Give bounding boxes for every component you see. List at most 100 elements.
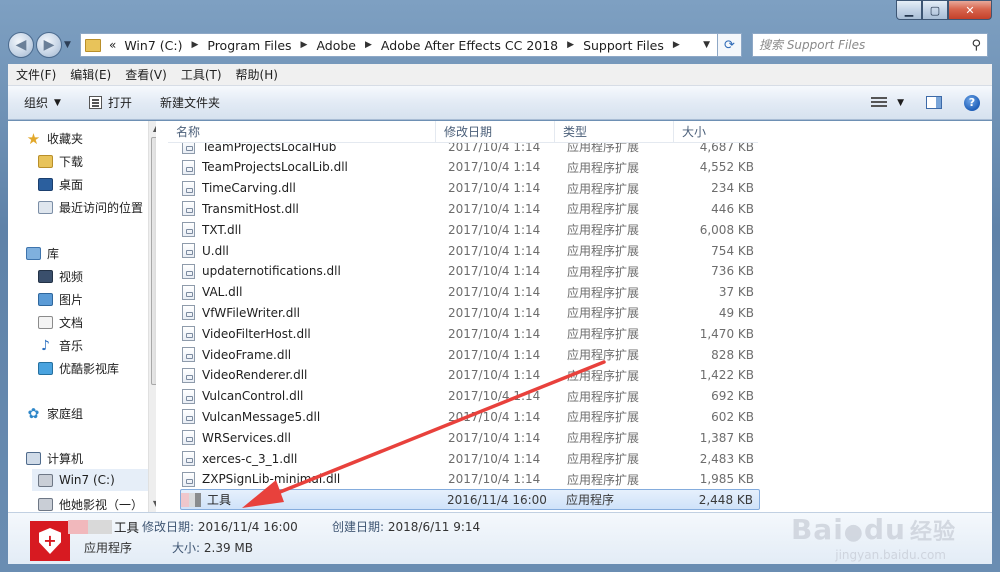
- breadcrumb-overflow[interactable]: «: [109, 38, 116, 52]
- column-header-name[interactable]: 名称: [168, 121, 436, 142]
- nav-label: 优酷影视库: [59, 362, 120, 376]
- nav-item-computer[interactable]: 计算机: [26, 450, 83, 467]
- nav-item-favorites[interactable]: ★ 收藏夹: [26, 130, 83, 148]
- breadcrumb-item-adobe[interactable]: Adobe: [316, 38, 356, 53]
- file-date: 2017/10/4 1:14: [448, 409, 541, 424]
- table-row[interactable]: VulcanMessage5.dll 2017/10/4 1:14 应用程序扩展 60…: [182, 406, 758, 427]
- nav-item-recent[interactable]: 最近访问的位置: [38, 199, 143, 216]
- breadcrumb-separator-icon[interactable]: ▶: [567, 40, 574, 50]
- breadcrumb-item-program-files[interactable]: Program Files: [207, 38, 291, 53]
- column-header-type[interactable]: 类型: [555, 121, 674, 142]
- blurred-name-block: [68, 519, 112, 534]
- back-button[interactable]: ◀: [8, 32, 34, 58]
- table-row[interactable]: VideoFilterHost.dll 2017/10/4 1:14 应用程序扩展 1…: [182, 323, 758, 344]
- navigation-scrollbar[interactable]: ▲ ▼: [148, 121, 156, 512]
- column-headers: 名称 修改日期 类型 大小: [168, 121, 758, 143]
- breadcrumb-item-after-effects[interactable]: Adobe After Effects CC 2018: [381, 38, 558, 53]
- nav-item-drive-c[interactable]: Win7 (C:): [38, 473, 115, 487]
- dll-file-icon: [182, 430, 195, 446]
- library-icon: [26, 247, 41, 260]
- window-caption-buttons: ▁ ▢ ✕: [896, 0, 992, 20]
- file-size: 1,422 KB: [699, 368, 754, 383]
- file-date: 2017/10/4 1:14: [448, 347, 541, 362]
- nav-item-pictures[interactable]: 图片: [38, 291, 83, 308]
- help-icon[interactable]: ?: [964, 94, 980, 111]
- new-folder-button[interactable]: 新建文件夹: [160, 94, 220, 111]
- nav-item-desktop[interactable]: 桌面: [38, 176, 83, 193]
- table-row[interactable]: VideoFrame.dll 2017/10/4 1:14 应用程序扩展 828 KB: [182, 344, 758, 365]
- view-options-dropdown[interactable]: ▼: [897, 98, 904, 108]
- address-bar[interactable]: « Win7 (C:) ▶ Program Files ▶ Adobe ▶ Adobe…: [80, 33, 718, 57]
- file-size: 2,448 KB: [698, 492, 753, 507]
- breadcrumb-separator-icon[interactable]: ▶: [673, 40, 680, 50]
- table-row[interactable]: TeamProjectsLocalLib.dll 2017/10/4 1:14 应用…: [182, 157, 758, 178]
- organize-button[interactable]: 组织 ▼: [24, 94, 61, 111]
- breadcrumb-item-support-files[interactable]: Support Files: [583, 38, 664, 53]
- nav-item-homegroup[interactable]: ✿ 家庭组: [26, 405, 83, 422]
- table-row[interactable]: VulcanControl.dll 2017/10/4 1:14 应用程序扩展 692…: [182, 386, 758, 407]
- file-date: 2017/10/4 1:14: [448, 389, 541, 404]
- menu-tools[interactable]: 工具(T): [181, 66, 222, 83]
- file-type: 应用程序扩展: [567, 285, 640, 300]
- table-row[interactable]: ZXPSignLib-minimal.dll 2017/10/4 1:14 应用程序…: [182, 469, 758, 490]
- breadcrumb-item-drive[interactable]: Win7 (C:): [124, 38, 182, 53]
- table-row[interactable]: U.dll 2017/10/4 1:14 应用程序扩展 754 KB: [182, 240, 758, 261]
- menu-help[interactable]: 帮助(H): [236, 66, 278, 83]
- nav-item-youku[interactable]: 优酷影视库: [38, 360, 119, 377]
- file-type: 应用程序扩展: [567, 223, 640, 238]
- address-history-dropdown[interactable]: ▼: [703, 40, 713, 50]
- breadcrumb-separator-icon[interactable]: ▶: [301, 40, 308, 50]
- column-header-size[interactable]: 大小: [674, 121, 758, 142]
- music-note-icon: ♪: [41, 337, 50, 354]
- file-date: 2017/10/4 1:14: [448, 181, 541, 196]
- column-header-date[interactable]: 修改日期: [436, 121, 555, 142]
- scroll-down-icon[interactable]: ▼: [149, 496, 156, 512]
- table-row-selected[interactable]: 工具 2016/11/4 16:00 应用程序 2,448 KB: [180, 489, 760, 510]
- minimize-icon: ▁: [904, 3, 914, 17]
- nav-item-videos[interactable]: 视频: [38, 268, 83, 285]
- preview-pane-icon[interactable]: [926, 96, 942, 109]
- recent-pages-dropdown[interactable]: ▼: [64, 40, 76, 50]
- menu-edit[interactable]: 编辑(E): [70, 66, 111, 83]
- table-row[interactable]: VideoRenderer.dll 2017/10/4 1:14 应用程序扩展 1,4…: [182, 365, 758, 386]
- table-row[interactable]: TransmitHost.dll 2017/10/4 1:14 应用程序扩展 446 …: [182, 198, 758, 219]
- nav-item-documents[interactable]: 文档: [38, 314, 83, 331]
- details-modified-label: 修改日期:: [142, 520, 195, 534]
- forward-button[interactable]: ▶: [36, 32, 62, 58]
- nav-item-music[interactable]: ♪ 音乐: [38, 337, 83, 354]
- nav-item-drive-other[interactable]: 他她影视（一）: [38, 496, 143, 512]
- menu-view[interactable]: 查看(V): [125, 66, 167, 83]
- file-size: 2,483 KB: [699, 451, 754, 466]
- breadcrumb-separator-icon[interactable]: ▶: [365, 40, 372, 50]
- table-row[interactable]: VfWFileWriter.dll 2017/10/4 1:14 应用程序扩展 49 …: [182, 302, 758, 323]
- organize-label: 组织: [24, 96, 49, 110]
- file-date: 2017/10/4 1:14: [448, 160, 541, 175]
- change-view-icon[interactable]: [871, 96, 888, 109]
- file-name: TimeCarving.dll: [202, 181, 296, 196]
- table-row[interactable]: WRServices.dll 2017/10/4 1:14 应用程序扩展 1,387 …: [182, 427, 758, 448]
- table-row[interactable]: xerces-c_3_1.dll 2017/10/4 1:14 应用程序扩展 2,48…: [182, 448, 758, 469]
- maximize-button[interactable]: ▢: [922, 0, 948, 20]
- file-date: 2016/11/4 16:00: [447, 492, 547, 507]
- table-row[interactable]: VAL.dll 2017/10/4 1:14 应用程序扩展 37 KB: [182, 282, 758, 303]
- search-input[interactable]: [759, 38, 972, 52]
- new-folder-label: 新建文件夹: [159, 96, 220, 110]
- close-button[interactable]: ✕: [948, 0, 992, 20]
- breadcrumb-separator-icon[interactable]: ▶: [191, 40, 198, 50]
- table-row[interactable]: updaternotifications.dll 2017/10/4 1:14 应用…: [182, 261, 758, 282]
- nav-item-libraries[interactable]: 库: [26, 245, 59, 262]
- file-type: 应用程序扩展: [567, 181, 640, 196]
- file-date: 2017/10/4 1:14: [448, 472, 541, 487]
- table-row[interactable]: TimeCarving.dll 2017/10/4 1:14 应用程序扩展 234 K…: [182, 178, 758, 199]
- scroll-up-icon[interactable]: ▲: [149, 121, 156, 137]
- minimize-button[interactable]: ▁: [896, 0, 922, 20]
- scrollbar-thumb[interactable]: [151, 137, 156, 385]
- file-size: 692 KB: [711, 389, 754, 404]
- open-button[interactable]: 打开: [88, 94, 132, 111]
- nav-label: 他她影视（一）: [59, 498, 144, 512]
- table-row[interactable]: TXT.dll 2017/10/4 1:14 应用程序扩展 6,008 KB: [182, 219, 758, 240]
- refresh-button[interactable]: ⟳: [718, 33, 742, 57]
- menu-file[interactable]: 文件(F): [16, 66, 56, 83]
- nav-item-downloads[interactable]: 下载: [38, 153, 83, 170]
- search-icon[interactable]: ⚲: [971, 38, 981, 53]
